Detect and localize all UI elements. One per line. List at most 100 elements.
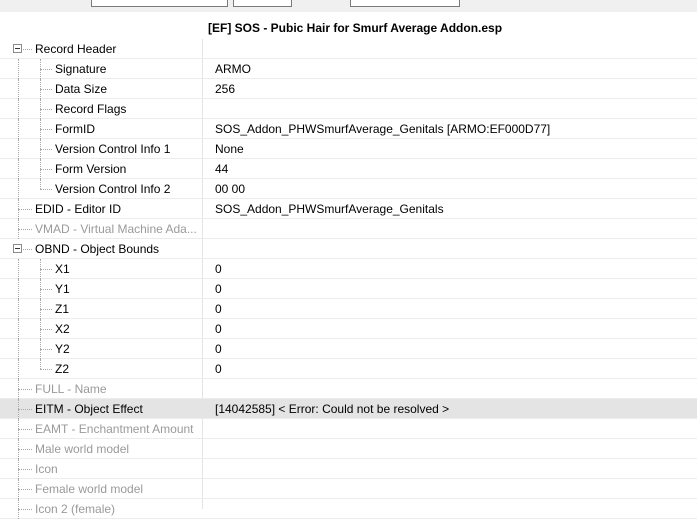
tree-row-edid[interactable]: EDID - Editor ID SOS_Addon_PHWSmurfAverag… [0,199,697,219]
tree-connector [40,289,52,290]
tree-connector [23,49,32,50]
row-value[interactable]: SOS_Addon_PHWSmurfAverage_Genitals [ARMO… [215,122,550,136]
tree-connector [18,409,32,410]
row-label: VMAD - Virtual Machine Ada... [35,222,197,236]
row-value[interactable]: 0 [215,342,222,356]
tree-connector [40,359,41,369]
tree-connector [18,319,19,339]
row-label: EITM - Object Effect [35,402,143,416]
tree-connector [18,509,32,510]
row-label: X1 [55,262,70,276]
tree-row-x2[interactable]: X2 0 [0,319,697,339]
row-label: X2 [55,322,70,336]
row-value[interactable]: 44 [215,162,228,176]
tree-row-obnd[interactable]: OBND - Object Bounds [0,239,697,259]
tree-row-version-control-info-1[interactable]: Version Control Info 1 None [0,139,697,159]
collapse-toggle-icon[interactable] [13,244,22,253]
tree-row-record-flags[interactable]: Record Flags [0,99,697,119]
file-column-title[interactable]: [EF] SOS - Pubic Hair for Smurf Average … [208,21,502,35]
filter-input-2[interactable] [233,0,292,7]
row-value[interactable]: [14042585] < Error: Could not be resolve… [215,402,449,416]
tree-row-eamt[interactable]: EAMT - Enchantment Amount [0,419,697,439]
row-label: Z2 [55,362,70,376]
row-label: Icon [35,462,58,476]
filter-toolbar [0,0,697,12]
filter-input-3[interactable] [350,0,460,7]
column-header: [EF] SOS - Pubic Hair for Smurf Average … [0,12,697,39]
row-label: Record Header [35,42,117,56]
tree-row-y2[interactable]: Y2 0 [0,339,697,359]
tree-row-z2[interactable]: Z2 0 [0,359,697,379]
row-label: EDID - Editor ID [35,202,122,216]
tree-connector [40,89,52,90]
collapse-toggle-icon[interactable] [13,44,22,53]
tree-row-data-size[interactable]: Data Size 256 [0,79,697,99]
tree-row-male-world-model[interactable]: Male world model [0,439,697,459]
tree-connector [18,339,19,359]
row-label: Version Control Info 1 [55,142,171,156]
tree-connector [18,259,19,279]
tree-row-icon-2-female[interactable]: Icon 2 (female) [0,499,697,519]
tree-row-female-world-model[interactable]: Female world model [0,479,697,499]
tree-connector [40,369,52,370]
row-label: Data Size [55,82,108,96]
row-value[interactable]: 0 [215,362,222,376]
row-label: OBND - Object Bounds [35,242,160,256]
tree-connector [18,119,19,139]
row-value[interactable]: 0 [215,282,222,296]
tree-connector [18,429,32,430]
row-value[interactable]: 256 [215,82,235,96]
tree-connector [18,229,32,230]
tree-row-z1[interactable]: Z1 0 [0,299,697,319]
tree-row-form-version[interactable]: Form Version 44 [0,159,697,179]
tree-connector [18,209,32,210]
tree-connector [18,389,32,390]
tree-connector [40,169,52,170]
row-value[interactable]: None [215,142,244,156]
tree-connector [18,279,19,299]
row-value[interactable]: SOS_Addon_PHWSmurfAverage_Genitals [215,202,444,216]
row-label: Form Version [55,162,127,176]
tree-row-full[interactable]: FULL - Name [0,379,697,399]
row-label: Z1 [55,302,70,316]
tree-row-record-header[interactable]: Record Header [0,39,697,59]
row-label: Record Flags [55,102,127,116]
tree-connector [18,79,19,99]
row-value[interactable]: 00 00 [215,182,245,196]
tree-connector [18,159,19,179]
row-value[interactable]: 0 [215,302,222,316]
tree-connector [40,109,52,110]
tree-connector [18,449,32,450]
tree-row-x1[interactable]: X1 0 [0,259,697,279]
row-value[interactable]: ARMO [215,62,251,76]
tree-connector [18,59,19,79]
row-label: FULL - Name [35,382,107,396]
row-label: Y1 [55,282,70,296]
row-label: Version Control Info 2 [55,182,171,196]
row-label: Female world model [35,482,144,496]
tree-row-icon[interactable]: Icon [0,459,697,479]
tree-connector [40,149,52,150]
row-value[interactable]: 0 [215,322,222,336]
tree-row-signature[interactable]: Signature ARMO [0,59,697,79]
tree-row-version-control-info-2[interactable]: Version Control Info 2 00 00 [0,179,697,199]
row-value[interactable]: 0 [215,262,222,276]
row-label: Signature [55,62,107,76]
row-label: FormID [55,122,95,136]
tree-connector [40,349,52,350]
tree-connector [40,129,52,130]
tree-connector [18,489,32,490]
tree-row-eitm[interactable]: EITM - Object Effect [14042585] < Error: … [0,399,697,419]
row-label: EAMT - Enchantment Amount [35,422,194,436]
tree-connector [18,299,19,319]
tree-connector [40,309,52,310]
tree-connector [18,99,19,119]
tree-row-formid[interactable]: FormID SOS_Addon_PHWSmurfAverage_Genitals… [0,119,697,139]
tree-row-y1[interactable]: Y1 0 [0,279,697,299]
filter-input-1[interactable] [91,0,228,7]
tree-connector [18,469,32,470]
row-label: Y2 [55,342,70,356]
tree-connector [18,359,19,379]
tree-row-vmad[interactable]: VMAD - Virtual Machine Ada... [0,219,697,239]
tree-connector [40,69,52,70]
